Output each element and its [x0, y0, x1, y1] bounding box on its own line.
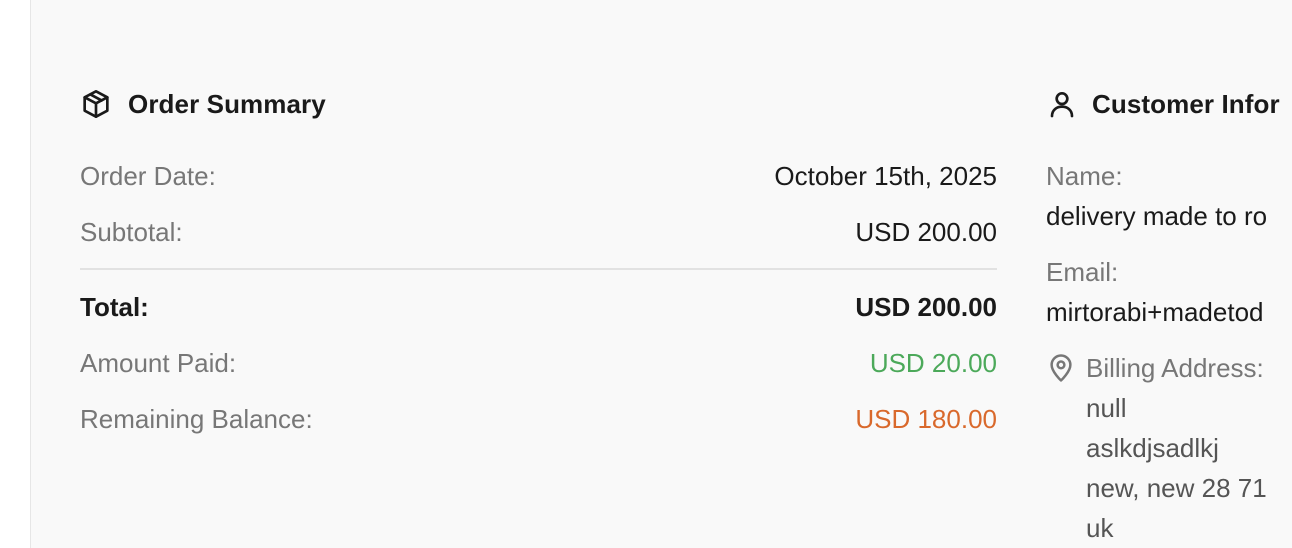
customer-name-label: Name: — [1046, 161, 1123, 191]
order-date-row: Order Date: October 15th, 2025 — [80, 156, 997, 196]
user-icon — [1046, 88, 1078, 120]
customer-email-label: Email: — [1046, 257, 1119, 287]
remaining-balance-row: Remaining Balance: USD 180.00 — [80, 399, 997, 439]
page: Order Summary Order Date: October 15th, … — [0, 0, 1292, 548]
map-pin-icon — [1046, 348, 1078, 388]
order-date-label: Order Date: — [80, 160, 216, 191]
billing-address-block: Billing Address: null aslkdjsadlkj new, … — [1046, 348, 1292, 548]
billing-address-line: uk — [1086, 513, 1114, 543]
order-summary-title: Order Summary — [128, 88, 326, 119]
package-icon — [80, 88, 112, 120]
customer-email-value: mirtorabi+madetod — [1046, 297, 1264, 327]
customer-info-section: Customer Infor Name: delivery made to ro… — [1046, 84, 1292, 548]
amount-paid-row: Amount Paid: USD 20.00 — [80, 343, 997, 383]
order-summary-section: Order Summary Order Date: October 15th, … — [80, 84, 997, 439]
remaining-balance-value: USD 180.00 — [855, 403, 997, 434]
remaining-balance-label: Remaining Balance: — [80, 403, 313, 434]
billing-address-label: Billing Address: — [1086, 353, 1264, 383]
total-label: Total: — [80, 291, 149, 322]
subtotal-value: USD 200.00 — [855, 216, 997, 247]
total-row: Total: USD 200.00 — [80, 287, 997, 327]
order-date-value: October 15th, 2025 — [774, 160, 997, 191]
left-rail — [0, 0, 31, 548]
billing-address-line: aslkdjsadlkj — [1086, 433, 1219, 463]
subtotal-label: Subtotal: — [80, 216, 183, 247]
customer-name-value: delivery made to ro — [1046, 201, 1268, 231]
total-value: USD 200.00 — [855, 291, 997, 322]
customer-info-title: Customer Infor — [1092, 88, 1280, 119]
billing-address-text: Billing Address: null aslkdjsadlkj new, … — [1086, 348, 1267, 548]
billing-address-line: null — [1086, 393, 1127, 423]
subtotal-row: Subtotal: USD 200.00 — [80, 212, 997, 252]
amount-paid-label: Amount Paid: — [80, 347, 237, 378]
order-summary-header: Order Summary — [80, 84, 997, 124]
amount-paid-value: USD 20.00 — [869, 347, 997, 378]
summary-divider — [80, 268, 997, 270]
customer-info-header: Customer Infor — [1046, 84, 1292, 124]
billing-address-line: new, new 28 71 — [1086, 473, 1267, 503]
